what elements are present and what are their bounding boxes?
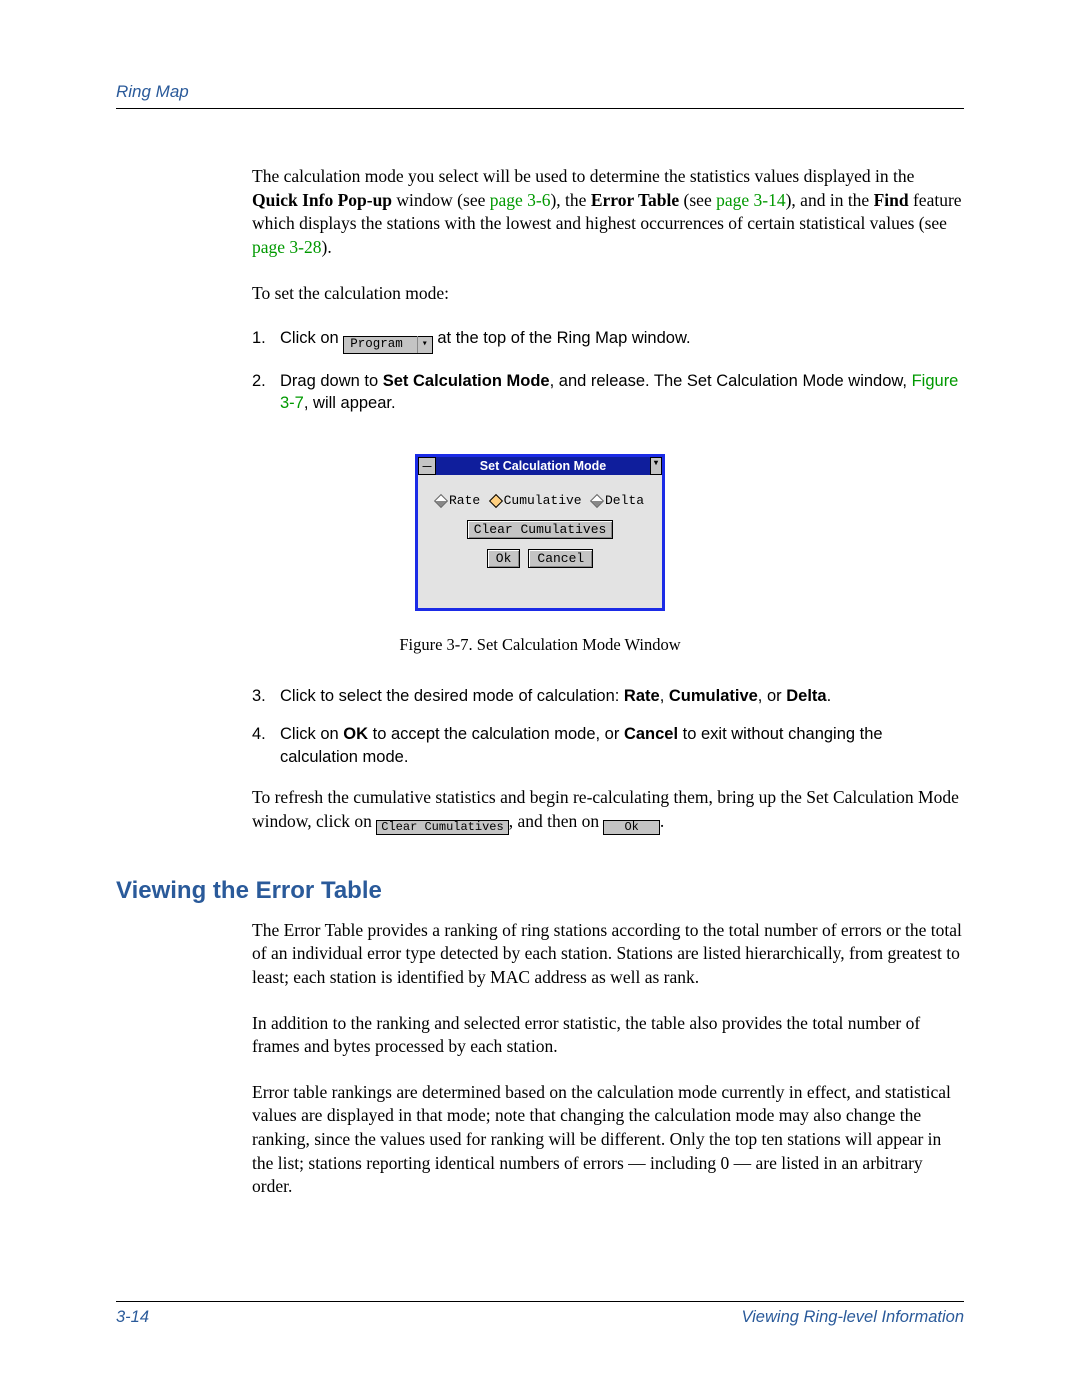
- radio-delta[interactable]: Delta: [592, 493, 644, 508]
- error-para-1: The Error Table provides a ranking of ri…: [252, 919, 964, 990]
- radio-row: Rate Cumulative Delta: [430, 493, 650, 508]
- clear-cumulatives-button[interactable]: Clear Cumulatives: [467, 520, 614, 539]
- dialog-titlebar: — Set Calculation Mode ▾: [418, 457, 662, 475]
- ok-inline-button[interactable]: Ok: [603, 820, 659, 835]
- step-2: 2. Drag down to Set Calculation Mode, an…: [252, 370, 964, 415]
- step-4: 4. Click on OK to accept the calculation…: [252, 723, 964, 768]
- steps-list-cont: 3. Click to select the desired mode of c…: [252, 685, 964, 768]
- minimize-icon[interactable]: ▾: [650, 457, 662, 475]
- ok-button[interactable]: Ok: [487, 549, 521, 568]
- diamond-icon: [489, 494, 503, 508]
- diamond-icon: [434, 494, 448, 508]
- error-para-3: Error table rankings are determined base…: [252, 1081, 964, 1199]
- chevron-down-icon: ▾: [418, 338, 432, 352]
- refresh-paragraph: To refresh the cumulative statistics and…: [252, 786, 964, 835]
- footer-section: Viewing Ring-level Information: [741, 1308, 964, 1327]
- steps-list: 1. Click on Program▾ at the top of the R…: [252, 327, 964, 414]
- radio-rate[interactable]: Rate: [436, 493, 480, 508]
- system-menu-icon[interactable]: —: [418, 457, 436, 475]
- diamond-icon: [590, 494, 604, 508]
- step-3: 3. Click to select the desired mode of c…: [252, 685, 964, 707]
- cancel-button[interactable]: Cancel: [528, 549, 593, 568]
- figure-3-7: — Set Calculation Mode ▾ Rate Cumulative…: [116, 454, 964, 655]
- header-title: Ring Map: [116, 82, 189, 101]
- link-page-3-14[interactable]: page 3-14: [716, 190, 786, 210]
- step-1: 1. Click on Program▾ at the top of the R…: [252, 327, 964, 353]
- page-header: Ring Map: [116, 82, 964, 109]
- figure-caption: Figure 3-7. Set Calculation Mode Window: [399, 635, 680, 655]
- error-para-2: In addition to the ranking and selected …: [252, 1012, 964, 1059]
- page-number: 3-14: [116, 1308, 149, 1327]
- link-page-3-6[interactable]: page 3-6: [490, 190, 551, 210]
- section-heading-error-table: Viewing the Error Table: [116, 877, 964, 905]
- intro-paragraph: The calculation mode you select will be …: [252, 165, 964, 260]
- program-dropdown[interactable]: Program▾: [343, 336, 433, 354]
- page-footer: 3-14 Viewing Ring-level Information: [116, 1301, 964, 1327]
- radio-cumulative[interactable]: Cumulative: [491, 493, 582, 508]
- setmode-intro: To set the calculation mode:: [252, 282, 964, 306]
- dialog-title: Set Calculation Mode: [436, 459, 650, 473]
- link-page-3-28[interactable]: page 3-28: [252, 237, 322, 257]
- clear-cumulatives-inline-button[interactable]: Clear Cumulatives: [376, 820, 508, 835]
- set-calculation-mode-dialog: — Set Calculation Mode ▾ Rate Cumulative…: [415, 454, 665, 611]
